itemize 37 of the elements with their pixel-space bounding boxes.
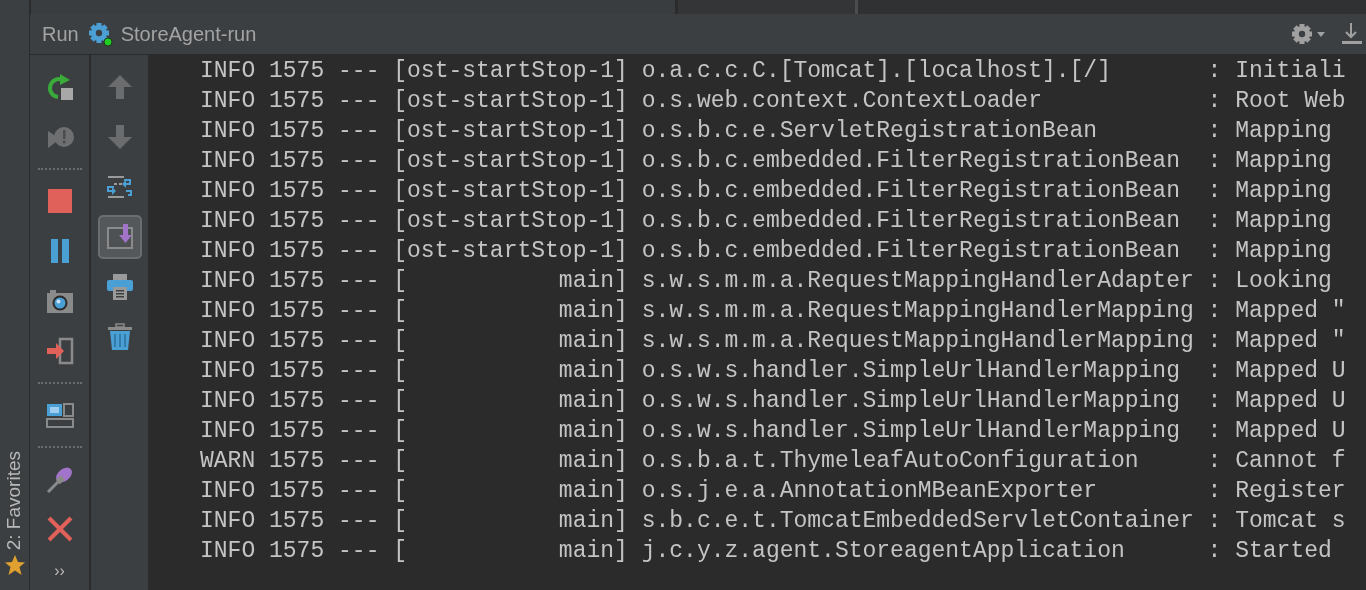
log-line: INFO 1575 --- [ost-startStop-1] o.a.c.c.C.[Tomcat].[localhost].[/] : Initiali bbox=[200, 57, 1347, 86]
download-icon bbox=[1340, 21, 1362, 47]
log-line: WARN 1575 --- [ main] o.s.b.a.t.ThymeleafAutoConfiguration : Cannot f bbox=[200, 447, 1347, 476]
log-line: INFO 1575 --- [ost-startStop-1] o.s.b.c.embedded.FilterRegistrationBean : Mapping bbox=[200, 207, 1333, 236]
scroll-to-end-icon bbox=[105, 223, 134, 251]
log-line: INFO 1575 --- [ost-startStop-1] o.s.b.c.embedded.FilterRegistrationBean : Mapping bbox=[200, 237, 1333, 266]
gear-icon bbox=[1290, 21, 1326, 47]
log-line: INFO 1575 --- [ main] j.c.y.z.agent.StoreagentApplication : Started bbox=[200, 537, 1333, 566]
log-line: INFO 1575 --- [ main] s.w.s.m.m.a.RequestMappingHandlerAdapter : Looking bbox=[200, 267, 1333, 296]
log-line: INFO 1575 --- [ main] s.w.s.m.m.a.RequestMappingHandlerMapping : Mapped " bbox=[200, 327, 1347, 356]
stop-icon bbox=[45, 187, 74, 215]
exit-icon bbox=[45, 337, 74, 365]
close-icon bbox=[45, 515, 74, 543]
gear-icon bbox=[86, 21, 113, 47]
more-button[interactable]: ›› bbox=[54, 559, 65, 583]
log-line: INFO 1575 --- [ main] s.b.c.e.t.TomcatEmbeddedServletContainer : Tomcat s bbox=[200, 507, 1347, 536]
panel-title: Run bbox=[42, 22, 79, 47]
log-line: INFO 1575 --- [ main] o.s.w.s.handler.SimpleUrlHandlerMapping : Mapped U bbox=[200, 417, 1347, 446]
camera-icon bbox=[45, 287, 74, 315]
log-line: INFO 1575 --- [ main] o.s.w.s.handler.SimpleUrlHandlerMapping : Mapped U bbox=[200, 387, 1347, 416]
soft-wrap-icon bbox=[105, 173, 134, 201]
log-line: INFO 1575 --- [ost-startStop-1] o.s.web.context.ContextLoader : Root Web bbox=[200, 87, 1347, 116]
run-config-name[interactable]: StoreAgent-run bbox=[120, 19, 257, 49]
scroll-to-end-button[interactable] bbox=[97, 215, 142, 259]
printer-icon bbox=[105, 273, 134, 301]
log-line: INFO 1575 --- [ main] o.s.j.e.a.AnnotationMBeanExporter : Register bbox=[200, 477, 1347, 506]
log-line: INFO 1575 --- [ost-startStop-1] o.s.b.c.e.ServletRegistrationBean : Mapping bbox=[200, 117, 1333, 146]
layout-icon bbox=[45, 401, 74, 429]
rerun-icon bbox=[45, 73, 74, 101]
log-line: INFO 1575 --- [ost-startStop-1] o.s.b.c.embedded.FilterRegistrationBean : Mapping bbox=[200, 147, 1333, 176]
star-icon bbox=[3, 554, 26, 576]
trash-icon bbox=[105, 323, 134, 351]
favorites-tab[interactable]: 2: Favorites bbox=[0, 450, 29, 550]
pin-icon bbox=[45, 465, 74, 493]
log-line: INFO 1575 --- [ main] o.s.w.s.handler.SimpleUrlHandlerMapping : Mapped U bbox=[200, 357, 1347, 386]
log-line: INFO 1575 --- [ost-startStop-1] o.s.b.c.embedded.FilterRegistrationBean : Mapping bbox=[200, 177, 1333, 206]
log-line: INFO 1575 --- [ main] s.w.s.m.m.a.RequestMappingHandlerMapping : Mapped " bbox=[200, 297, 1347, 326]
